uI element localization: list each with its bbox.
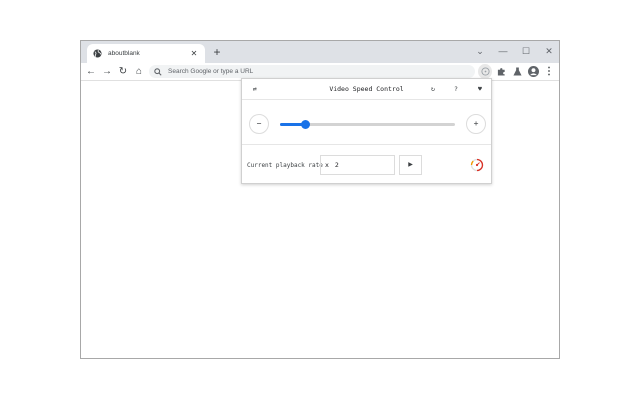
search-icon [154,67,162,76]
tab-close-icon[interactable]: ✕ [189,49,199,58]
puzzle-icon [497,68,505,76]
speedometer-icon [480,67,490,76]
reset-icon[interactable]: ↻ [427,83,439,95]
maximize-button[interactable]: ☐ [516,43,536,59]
speedometer-logo-icon [470,158,484,172]
forward-button[interactable]: → [100,64,114,79]
divider [242,144,491,145]
help-icon[interactable]: ? [450,83,462,95]
speed-slider[interactable] [280,120,455,129]
speed-slider-thumb[interactable] [300,120,310,129]
puzzle-extensions-icon[interactable] [494,64,508,79]
globe-icon [93,49,102,58]
flask-icon [512,67,522,76]
video-speed-extension-icon[interactable] [478,64,492,79]
new-tab-button[interactable]: + [210,44,224,60]
home-button[interactable]: ⌂ [132,64,146,79]
address-bar[interactable]: Search Google or type a URL [149,65,475,78]
rate-prefix: x [325,161,329,169]
playback-rate-label: Current playback rate [247,162,323,169]
flask-labs-icon[interactable] [510,64,524,79]
popup-header: ⇄ Video Speed Control ↻ ? ♥ [242,79,491,100]
tab-strip: aboutblank ✕ + ⌄ — ☐ ✕ [81,41,559,63]
window-close-button[interactable]: ✕ [539,43,559,59]
kebab-menu-icon[interactable]: ⋮ [542,64,556,79]
video-speed-control-popup: ⇄ Video Speed Control ↻ ? ♥ − + Current … [241,78,492,184]
profile-avatar-icon[interactable] [526,64,540,79]
minimize-button[interactable]: — [493,43,513,59]
playback-rate-input[interactable]: x 2 [320,155,395,175]
tab-aboutblank[interactable]: aboutblank ✕ [87,44,205,63]
back-button[interactable]: ← [84,64,98,79]
tab-title: aboutblank [108,50,140,57]
apply-rate-button[interactable]: ▶ [399,155,422,175]
tab-search-dropdown-icon[interactable]: ⌄ [470,43,490,59]
rate-value: 2 [334,161,339,169]
increase-speed-button[interactable]: + [466,114,486,134]
reload-button[interactable]: ↻ [116,64,130,79]
decrease-speed-button[interactable]: − [249,114,269,134]
address-placeholder: Search Google or type a URL [168,68,254,75]
heart-icon[interactable]: ♥ [474,83,486,95]
avatar-icon [527,66,539,77]
